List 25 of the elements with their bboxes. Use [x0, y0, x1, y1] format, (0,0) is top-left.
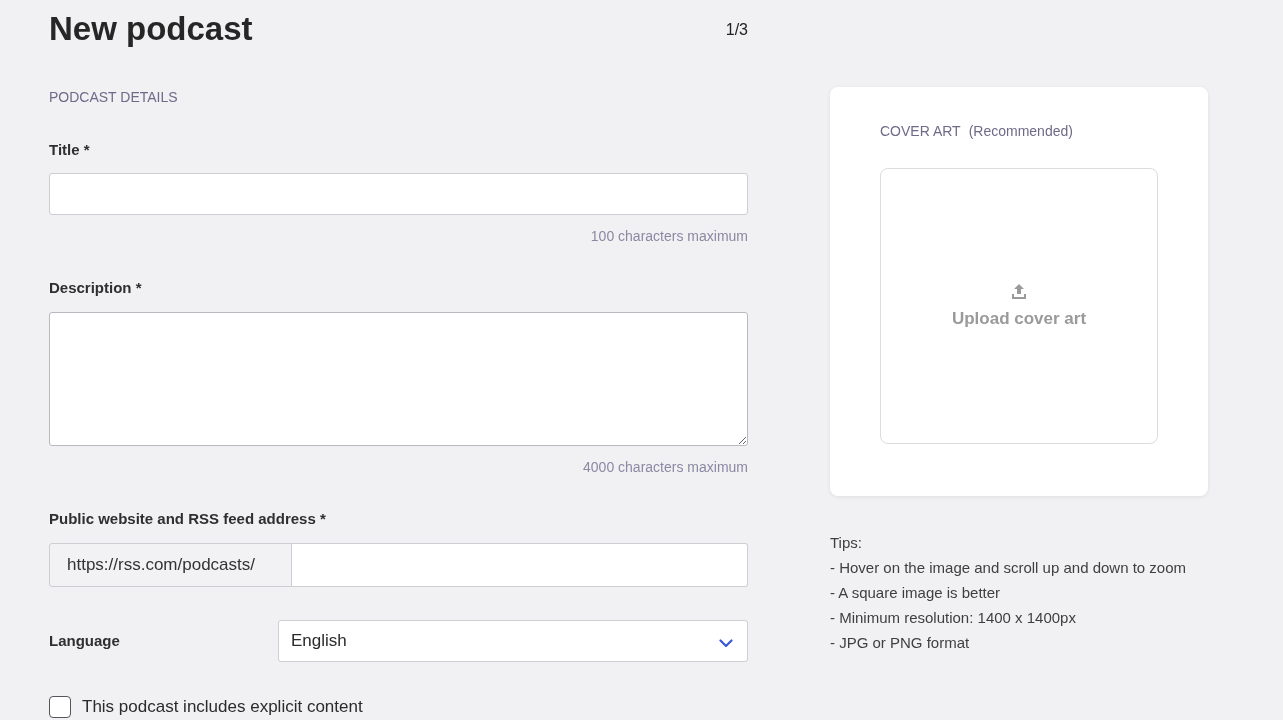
tip-text: - Hover on the image and scroll up and down to zoom [830, 558, 1187, 578]
tips-heading: Tips: [830, 533, 862, 553]
field-label: Language [49, 631, 121, 651]
section-heading: PODCAST DETAILS [49, 88, 178, 107]
field-label: Public website and RSS feed address * [49, 509, 326, 529]
tip-text: - A square image is better [830, 583, 1001, 603]
field-label: Description * [49, 278, 142, 298]
page-title: New podcast [49, 10, 253, 48]
text-input[interactable] [49, 173, 748, 215]
checkbox[interactable] [49, 696, 71, 718]
hint-text: 4000 characters maximum [583, 458, 748, 476]
tip-text: - JPG or PNG format [830, 633, 970, 653]
field-label: Title * [49, 140, 90, 160]
tip-text: - Minimum resolution: 1400 x 1400px [830, 608, 1076, 628]
upload-icon [1011, 283, 1027, 300]
chevron-down-icon [719, 638, 733, 648]
hint-text: 100 characters maximum [590, 227, 748, 245]
language-select[interactable]: English [278, 620, 748, 662]
url-prefix: https://rss.com/podcasts/ [49, 543, 292, 587]
checkbox-label: This podcast includes explicit content [82, 696, 363, 718]
url-input[interactable] [292, 543, 748, 587]
textarea-field[interactable] [49, 312, 748, 446]
step-indicator: 1/3 [725, 20, 748, 40]
card-heading: COVER ART [880, 122, 961, 140]
recommended-note: (Recommended) [968, 122, 1073, 140]
